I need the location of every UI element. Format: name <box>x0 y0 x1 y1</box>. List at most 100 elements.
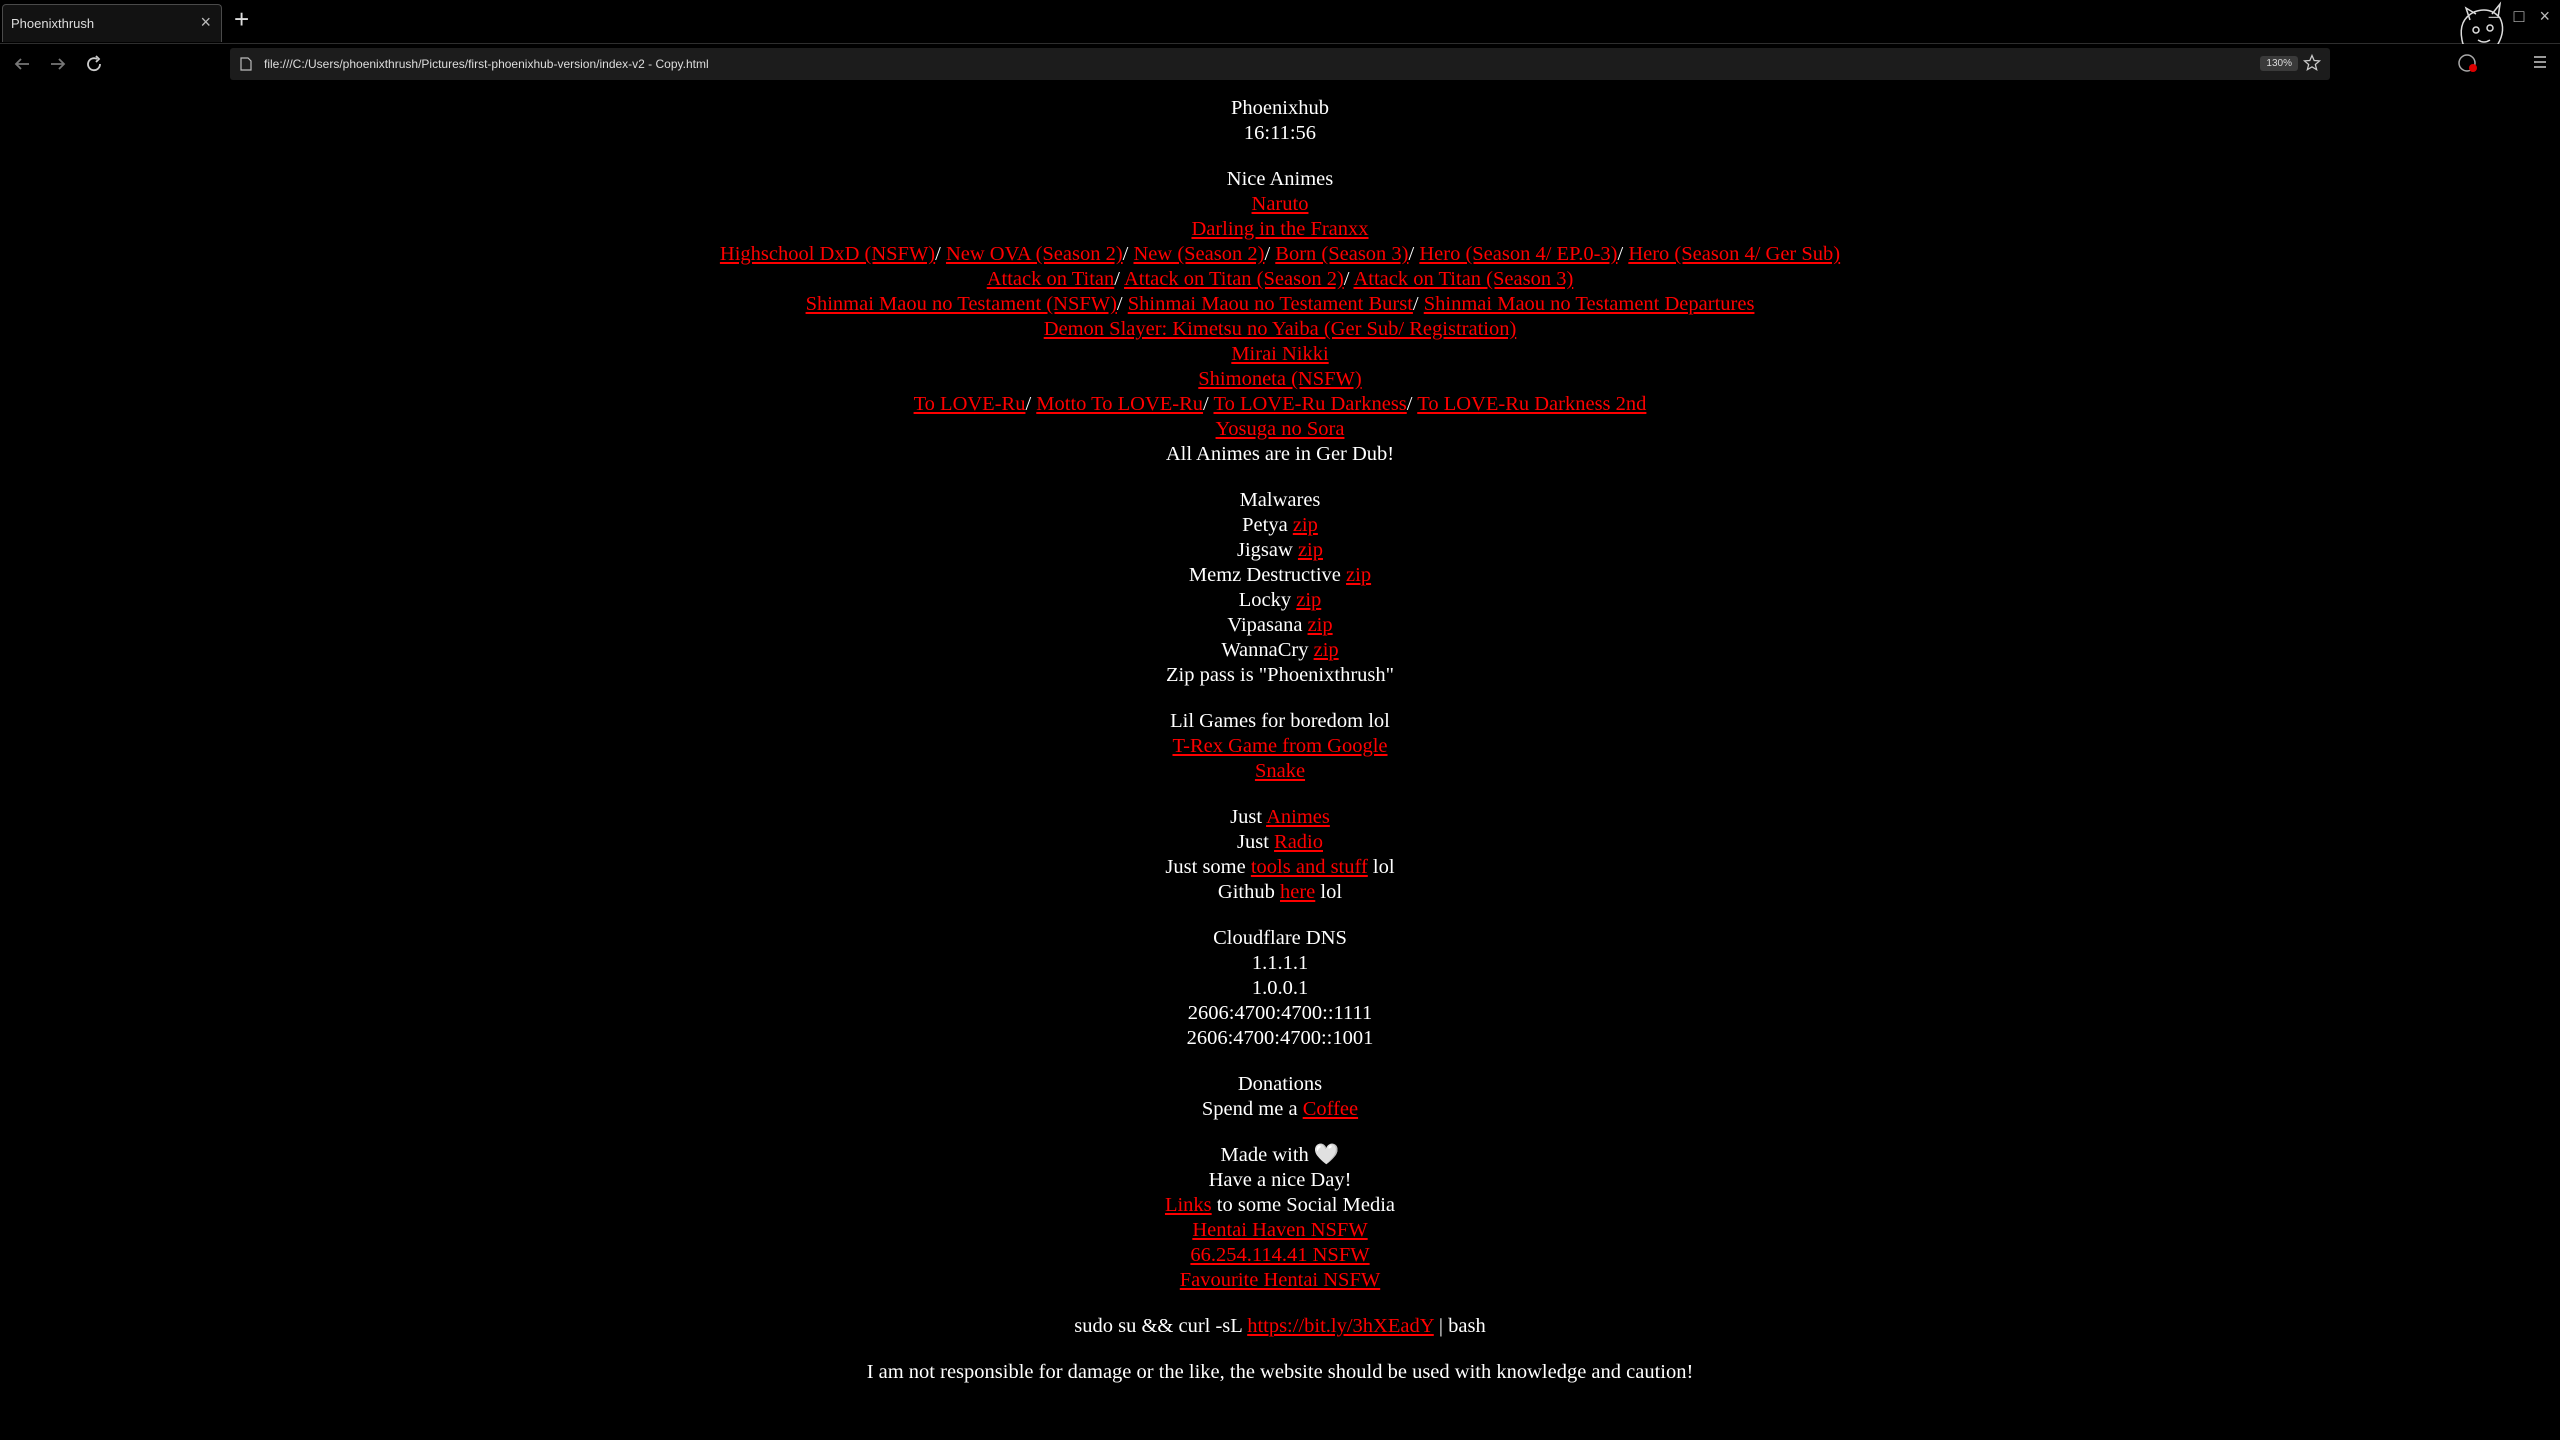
made-with-label: Made with <box>1220 1144 1309 1166</box>
file-page-icon <box>240 57 252 71</box>
new-tab-button[interactable]: + <box>234 4 249 35</box>
malware-row: Vipasana zip <box>0 613 2560 638</box>
favourite-link[interactable]: Favourite Hentai NSFW <box>1180 1269 1380 1291</box>
dns-entry: 2606:4700:4700::1111 <box>1187 1002 1373 1024</box>
anime-link-motto-toloveru[interactable]: Motto To LOVE-Ru <box>1036 393 1203 415</box>
anime-link-dxd-hero-gersub[interactable]: Hero (Season 4/ Ger Sub) <box>1628 243 1840 265</box>
anime-link-shinmai[interactable]: Shinmai Maou no Testament (NSFW) <box>806 293 1117 315</box>
separator: / <box>1122 243 1129 265</box>
bash-script-link[interactable]: https://bit.ly/3hXEadY <box>1247 1315 1434 1337</box>
separator: / <box>1408 243 1415 265</box>
anime-link-mirai-nikki[interactable]: Mirai Nikki <box>1231 343 1328 365</box>
lol-label: lol <box>1320 881 1343 903</box>
misc-row-tools: Just some tools and stuff lol <box>0 855 2560 880</box>
forward-arrow-icon[interactable] <box>46 52 70 76</box>
zoom-level-badge[interactable]: 130% <box>2260 56 2298 71</box>
anime-row-shinmai: Shinmai Maou no Testament (NSFW)/ Shinma… <box>0 292 2560 317</box>
clock: 16:11:56 <box>1243 122 1317 144</box>
minimize-button[interactable]: – <box>2489 6 2499 26</box>
browser-tab[interactable]: Phoenixthrush × <box>2 4 222 42</box>
just-some-label: Just some <box>1165 856 1246 878</box>
donations-row: Spend me a Coffee <box>0 1097 2560 1122</box>
malware-name: Petya <box>1242 514 1288 536</box>
separator: / <box>1617 243 1624 265</box>
anime-link-toloveru-darkness-2nd[interactable]: To LOVE-Ru Darkness 2nd <box>1417 393 1646 415</box>
malware-row: Locky zip <box>0 588 2560 613</box>
separator: / <box>1025 393 1032 415</box>
bash-prefix: sudo su && curl -sL <box>1074 1315 1243 1337</box>
animes-heading: Nice Animes <box>1226 168 1334 190</box>
anime-link-dxd-ova[interactable]: New OVA (Season 2) <box>946 243 1123 265</box>
malware-name: Locky <box>1238 589 1292 611</box>
reload-icon[interactable] <box>82 52 106 76</box>
anime-link-aot-s2[interactable]: Attack on Titan (Season 2) <box>1124 268 1344 290</box>
dns-entry: 1.0.0.1 <box>1251 977 1309 999</box>
anime-link-toloveru[interactable]: To LOVE-Ru <box>914 393 1026 415</box>
disclaimer-text: I am not responsible for damage or the l… <box>866 1361 1694 1383</box>
just-label: Just <box>1237 831 1269 853</box>
social-links-link[interactable]: Links <box>1165 1194 1212 1216</box>
anime-link-dxd-born[interactable]: Born (Season 3) <box>1275 243 1408 265</box>
address-bar[interactable]: file:///C:/Users/phoenixthrush/Pictures/… <box>230 48 2330 80</box>
tab-close-icon[interactable]: × <box>200 12 211 33</box>
game-link-trex[interactable]: T-Rex Game from Google <box>1172 735 1387 757</box>
ip-link[interactable]: 66.254.114.41 NSFW <box>1190 1244 1369 1266</box>
dns-entry: 2606:4700:4700::1001 <box>1186 1027 1374 1049</box>
separator: / <box>1343 268 1350 290</box>
heart-icon: 🤍 <box>1313 1144 1340 1166</box>
malware-zip-link[interactable]: zip <box>1296 589 1321 611</box>
animes-note: All Animes are in Ger Dub! <box>1165 443 1395 465</box>
malware-row: Memz Destructive zip <box>0 563 2560 588</box>
anime-link-demon-slayer[interactable]: Demon Slayer: Kimetsu no Yaiba (Ger Sub/… <box>1044 318 1517 340</box>
anime-link-shimoneta[interactable]: Shimoneta (NSFW) <box>1198 368 1361 390</box>
navigation-bar: file:///C:/Users/phoenixthrush/Pictures/… <box>0 44 2560 84</box>
anime-link-aot-s3[interactable]: Attack on Titan (Season 3) <box>1353 268 1573 290</box>
anime-link-aot[interactable]: Attack on Titan <box>987 268 1115 290</box>
separator: / <box>1116 293 1123 315</box>
anime-link-dxd-hero[interactable]: Hero (Season 4/ EP.0-3) <box>1419 243 1617 265</box>
malware-zip-link[interactable]: zip <box>1308 614 1333 636</box>
radio-link[interactable]: Radio <box>1274 831 1323 853</box>
malware-zip-link[interactable]: zip <box>1346 564 1371 586</box>
anime-link-dxd[interactable]: Highschool DxD (NSFW) <box>720 243 935 265</box>
bookmark-star-icon[interactable] <box>2302 53 2322 73</box>
just-label: Just <box>1230 806 1263 828</box>
extension-icon[interactable] <box>2456 52 2478 74</box>
malware-zip-link[interactable]: zip <box>1298 539 1323 561</box>
malware-zip-link[interactable]: zip <box>1293 514 1318 536</box>
animes-link[interactable]: Animes <box>1266 806 1330 828</box>
hentai-haven-link[interactable]: Hentai Haven NSFW <box>1192 1219 1367 1241</box>
misc-row-animes: Just Animes <box>0 805 2560 830</box>
game-link-snake[interactable]: Snake <box>1255 760 1305 782</box>
github-label: Github <box>1217 881 1275 903</box>
coffee-link[interactable]: Coffee <box>1303 1098 1358 1120</box>
tab-bar: Phoenixthrush × + – □ × <box>0 0 2560 69</box>
malwares-heading: Malwares <box>1239 489 1321 511</box>
social-links-row: Links to some Social Media <box>0 1193 2560 1218</box>
dns-heading: Cloudflare DNS <box>1213 927 1347 949</box>
anime-link-dxd-new[interactable]: New (Season 2) <box>1134 243 1265 265</box>
back-arrow-icon[interactable] <box>10 52 34 76</box>
separator: / <box>1412 293 1419 315</box>
menu-hamburger-icon[interactable] <box>2530 52 2550 72</box>
malware-zip-link[interactable]: zip <box>1314 639 1339 661</box>
anime-link-yosuga[interactable]: Yosuga no Sora <box>1216 418 1345 440</box>
anime-link-darling[interactable]: Darling in the Franxx <box>1191 218 1368 240</box>
lol-label: lol <box>1372 856 1395 878</box>
anime-link-shinmai-departures[interactable]: Shinmai Maou no Testament Departures <box>1424 293 1755 315</box>
separator: / <box>1406 393 1413 415</box>
anime-link-toloveru-darkness[interactable]: To LOVE-Ru Darkness <box>1214 393 1407 415</box>
dns-entry: 1.1.1.1 <box>1251 952 1309 974</box>
misc-row-radio: Just Radio <box>0 830 2560 855</box>
url-text[interactable]: file:///C:/Users/phoenixthrush/Pictures/… <box>264 57 709 71</box>
close-window-button[interactable]: × <box>2539 6 2550 26</box>
maximize-button[interactable]: □ <box>2514 6 2525 26</box>
nice-day-text: Have a nice Day! <box>1208 1169 1352 1191</box>
misc-row-github: Github here lol <box>0 880 2560 905</box>
site-title: Phoenixhub <box>1231 97 1329 119</box>
anime-row-toloveru: To LOVE-Ru/ Motto To LOVE-Ru/ To LOVE-Ru… <box>0 392 2560 417</box>
tools-link[interactable]: tools and stuff <box>1251 856 1368 878</box>
anime-link-shinmai-burst[interactable]: Shinmai Maou no Testament Burst <box>1128 293 1413 315</box>
github-link[interactable]: here <box>1280 881 1315 903</box>
anime-link-naruto[interactable]: Naruto <box>1252 193 1309 215</box>
